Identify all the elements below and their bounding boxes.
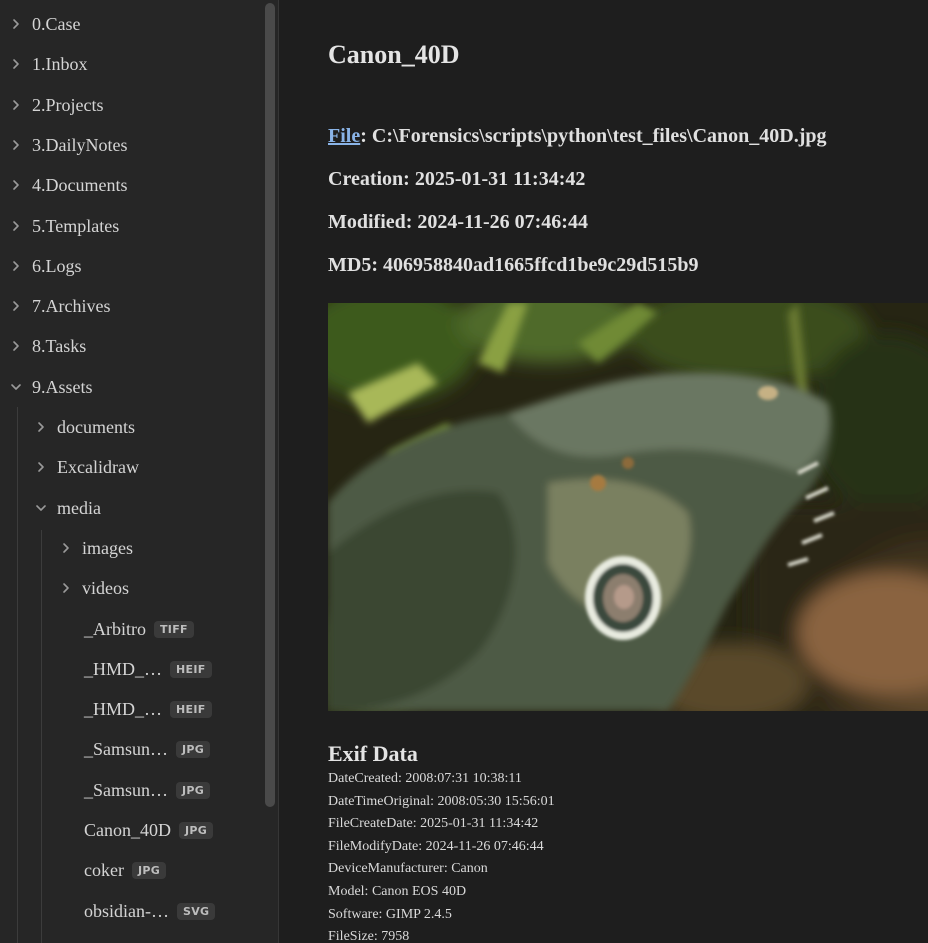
chevron-right-icon[interactable] xyxy=(33,419,49,435)
tree-item-label: 2.Projects xyxy=(32,94,104,115)
chevron-down-icon[interactable] xyxy=(8,379,24,395)
chevron-right-icon[interactable] xyxy=(58,580,74,596)
note-title: Canon_40D xyxy=(328,40,460,69)
tree-item-label: _Samsun… xyxy=(84,779,169,800)
exif-heading: Exif Data xyxy=(328,741,418,766)
file-type-badge: JPG xyxy=(131,861,167,879)
md5-line: MD5: 406958840ad1665ffcd1be9c29d515b9 xyxy=(328,254,699,276)
file-canon-40d[interactable]: Canon_40D JPG xyxy=(84,815,214,845)
tree-item-label: images xyxy=(82,537,133,558)
file-path: : C:\Forensics\scripts\python\test_files… xyxy=(360,125,827,147)
tree-item-label: Canon_40D xyxy=(84,819,171,840)
tree-item-label: _Samsun… xyxy=(84,738,169,759)
chevron-right-icon[interactable] xyxy=(8,97,24,113)
file-type-badge: TIFF xyxy=(154,620,194,638)
chevron-right-icon[interactable] xyxy=(8,177,24,193)
note-view: Canon_40D File: C:\Forensics\scripts\pyt… xyxy=(280,0,928,943)
tree-item-label: 9.Assets xyxy=(32,376,93,397)
tree-item-label: coker xyxy=(84,859,124,880)
modified-line: Modified: 2024-11-26 07:46:44 xyxy=(328,211,588,233)
tree-item-label: videos xyxy=(82,577,129,598)
exif-line: FileCreateDate: 2025-01-31 11:34:42 xyxy=(328,816,539,832)
file-samsun[interactable]: _Samsun… JPG xyxy=(84,775,211,805)
folder-documents[interactable]: documents xyxy=(33,412,135,442)
chevron-right-icon[interactable] xyxy=(8,218,24,234)
file-type-badge: JPG xyxy=(179,821,214,839)
chevron-right-icon[interactable] xyxy=(8,137,24,153)
folder-4-documents[interactable]: 4.Documents xyxy=(8,170,127,200)
chevron-right-icon[interactable] xyxy=(8,338,24,354)
file-type-badge: JPG xyxy=(176,781,211,799)
chevron-right-icon[interactable] xyxy=(8,258,24,274)
exif-line: DateTimeOriginal: 2008:05:30 15:56:01 xyxy=(328,793,555,809)
tree-item-label: 8.Tasks xyxy=(32,335,87,356)
chevron-right-icon[interactable] xyxy=(58,540,74,556)
folder-8-tasks[interactable]: 8.Tasks xyxy=(8,331,86,361)
tree-item-label: media xyxy=(57,497,101,518)
chevron-right-icon[interactable] xyxy=(8,298,24,314)
exif-line: DateCreated: 2008:07:31 10:38:11 xyxy=(328,771,522,786)
file-hmd[interactable]: _HMD_… HEIF xyxy=(84,694,212,724)
sidebar-scrollbar[interactable] xyxy=(265,3,275,807)
tree-item-label: 0.Case xyxy=(32,13,81,34)
folder-videos[interactable]: videos xyxy=(58,573,129,603)
file-hmd[interactable]: _HMD_… HEIF xyxy=(84,654,212,684)
file-link[interactable]: File xyxy=(328,125,360,147)
tree-item-label: _Arbitro xyxy=(84,618,146,639)
media-indent-guide xyxy=(41,530,42,943)
file-type-badge: HEIF xyxy=(170,660,212,678)
chevron-down-icon[interactable] xyxy=(33,500,49,516)
folder-media[interactable]: media xyxy=(33,493,101,523)
file-type-badge: HEIF xyxy=(170,700,212,718)
exif-line: Model: Canon EOS 40D xyxy=(328,884,467,899)
tree-item-label: _HMD_… xyxy=(84,698,163,719)
file-coker[interactable]: coker JPG xyxy=(84,855,167,885)
folder-6-logs[interactable]: 6.Logs xyxy=(8,251,82,281)
exif-line: Software: GIMP 2.4.5 xyxy=(328,906,452,922)
folder-1-inbox[interactable]: 1.Inbox xyxy=(8,49,88,79)
file-samsun[interactable]: _Samsun… JPG xyxy=(84,734,211,764)
file-path-line: File: C:\Forensics\scripts\python\test_f… xyxy=(328,125,827,148)
creation-line: Creation: 2025-01-31 11:34:42 xyxy=(328,168,586,190)
tree-item-label: 5.Templates xyxy=(32,215,120,236)
tree-item-label: 1.Inbox xyxy=(32,53,88,74)
tree-item-label: _HMD_… xyxy=(84,658,163,679)
tree-item-label: obsidian-… xyxy=(84,900,169,921)
folder-excalidraw[interactable]: Excalidraw xyxy=(33,452,139,482)
embedded-image-iguana[interactable] xyxy=(328,303,928,711)
folder-7-archives[interactable]: 7.Archives xyxy=(8,291,110,321)
chevron-right-icon[interactable] xyxy=(33,459,49,475)
folder-2-projects[interactable]: 2.Projects xyxy=(8,90,104,120)
file-type-badge: JPG xyxy=(176,740,211,758)
folder-0-case[interactable]: 0.Case xyxy=(8,9,81,39)
exif-line: FileModifyDate: 2024-11-26 07:46:44 xyxy=(328,838,544,854)
chevron-right-icon[interactable] xyxy=(8,56,24,72)
tree-item-label: Excalidraw xyxy=(57,456,139,477)
chevron-right-icon[interactable] xyxy=(8,16,24,32)
tree-item-label: 4.Documents xyxy=(32,174,128,195)
folder-images[interactable]: images xyxy=(58,533,133,563)
folder-9-assets[interactable]: 9.Assets xyxy=(8,372,93,402)
file-type-badge: SVG xyxy=(177,902,216,920)
folder-5-templates[interactable]: 5.Templates xyxy=(8,211,119,241)
tree-item-label: 6.Logs xyxy=(32,255,82,276)
tree-item-label: 7.Archives xyxy=(32,295,111,316)
tree-item-label: documents xyxy=(57,416,135,437)
file-obsidian[interactable]: obsidian-… SVG xyxy=(84,896,216,926)
tree-item-label: 3.DailyNotes xyxy=(32,134,128,155)
assets-indent-guide xyxy=(17,407,18,943)
file-explorer-sidebar: 0.Case 1.Inbox 2.Projects 3.DailyNotes 4.Doc… xyxy=(0,0,279,943)
folder-3-dailynotes[interactable]: 3.DailyNotes xyxy=(8,130,127,160)
file-arbitro[interactable]: _Arbitro TIFF xyxy=(84,614,194,644)
exif-line: FileSize: 7958 xyxy=(328,929,410,943)
exif-line: DeviceManufacturer: Canon xyxy=(328,861,488,877)
